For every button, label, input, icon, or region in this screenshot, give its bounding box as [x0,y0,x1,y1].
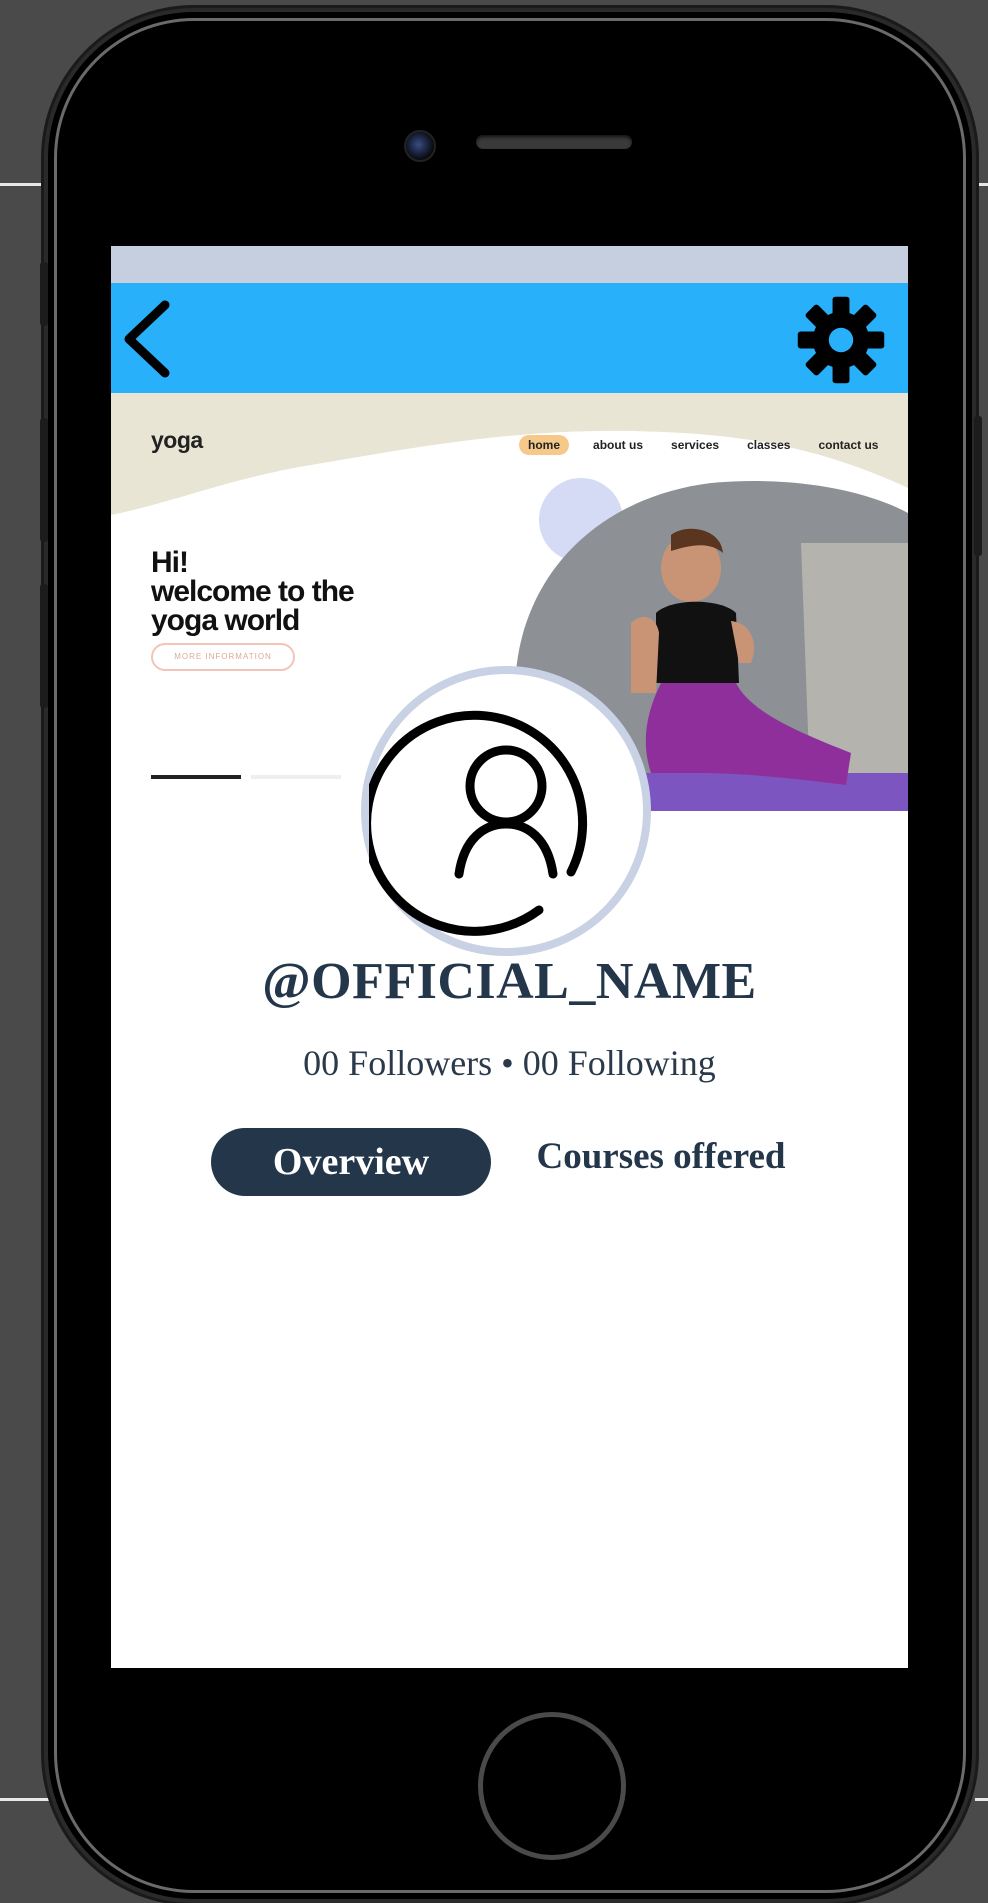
user-circle-icon [362,710,588,936]
nav-item-contact-us: contact us [818,438,879,452]
app-bar [111,283,908,393]
profile-handle: @OFFICIAL_NAME [262,953,757,1010]
tab-overview[interactable]: Overview [211,1128,491,1196]
website-logo: yoga [151,427,203,453]
background-line-bottom-right [975,1798,988,1801]
website-nav: home about us services classes contact u… [519,435,878,455]
home-button[interactable] [478,1712,626,1860]
tab-courses-offered[interactable]: Courses offered [521,1126,801,1194]
slider-indicator-inactive [251,775,341,779]
website-hero-heading: Hi! welcome to the yoga world [151,546,355,637]
slider-indicator-active [151,775,241,779]
website-cta-button: MORE INFORMATION [151,643,295,671]
hero-line-3: yoga world [151,604,300,637]
volume-up-button [40,418,48,542]
chevron-left-icon [124,300,170,378]
follower-stats: 00 Followers • 00 Following [303,1043,716,1083]
gear-icon [797,296,885,384]
front-camera [404,130,436,162]
settings-button[interactable] [791,293,891,387]
nav-item-home: home [519,435,570,455]
nav-item-classes: classes [747,438,791,452]
mute-switch [40,262,48,326]
volume-down-button [40,584,48,708]
hero-line-1: Hi! [151,546,189,579]
nav-item-services: services [671,438,720,452]
app-screen: yoga home about us services classes cont… [111,246,908,1668]
nav-item-about-us: about us [593,438,644,452]
background-line-top-left [0,183,50,186]
back-button[interactable] [117,297,177,381]
profile-avatar[interactable] [361,666,651,956]
power-button [974,416,982,556]
background-line-bottom-left [0,1798,50,1801]
status-bar [111,246,908,283]
background-line-top-right [975,183,988,186]
earpiece-speaker [476,135,632,149]
hero-line-2: welcome to the [151,575,355,608]
